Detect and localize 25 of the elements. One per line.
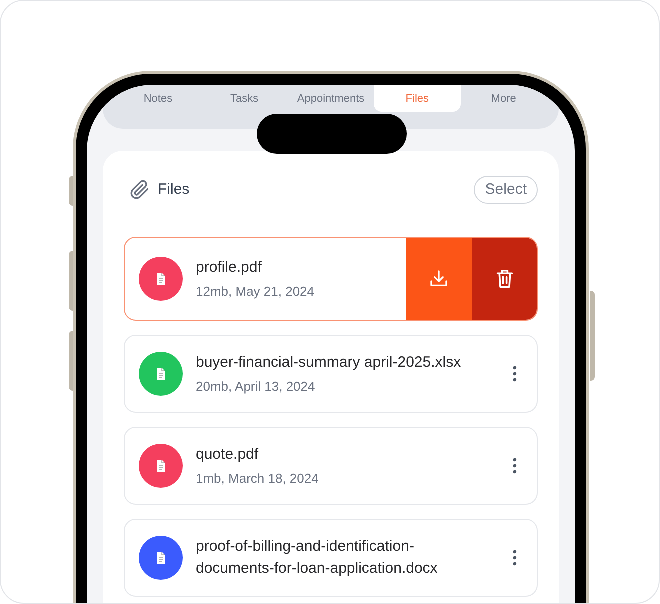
file-name: buyer-financial-summary april-2025.xlsx [196,353,462,373]
file-row[interactable]: quote.pdf 1mb, March 18, 2024 [124,427,538,505]
trash-icon [496,269,514,289]
tab[interactable]: Appointments [288,85,374,112]
tab[interactable]: Files [374,85,461,112]
paperclip-icon [130,180,150,200]
file-meta: 20mb, April 13, 2024 [196,378,316,396]
file-row[interactable]: proof-of-billing-and-identification-documents-for-loan-application.docx [124,519,538,597]
file-meta: 12mb, May 21, 2024 [196,283,316,301]
more-options-icon[interactable] [513,550,517,566]
delete-button[interactable] [472,238,537,320]
tab[interactable]: Notes [115,85,202,112]
panel-title: Files [158,180,190,200]
file-name: profile.pdf [196,258,263,278]
more-options-icon[interactable] [513,366,517,382]
file-name: quote.pdf [196,445,260,465]
file-row[interactable]: profile.pdf 12mb, May 21, 2024 [124,237,538,321]
file-name: proof-of-billing-and-identification-documents-for-loan-application.docx [196,537,439,579]
tab[interactable]: Tasks [201,85,288,112]
more-options-icon[interactable] [513,458,517,474]
tab[interactable]: More [460,85,548,112]
file-meta: 1mb, March 18, 2024 [196,470,320,488]
download-icon [429,269,449,289]
file-row[interactable]: buyer-financial-summary april-2025.xlsx 20mb, April 13, 2024 [124,335,538,413]
select-button[interactable]: Select [474,176,538,204]
